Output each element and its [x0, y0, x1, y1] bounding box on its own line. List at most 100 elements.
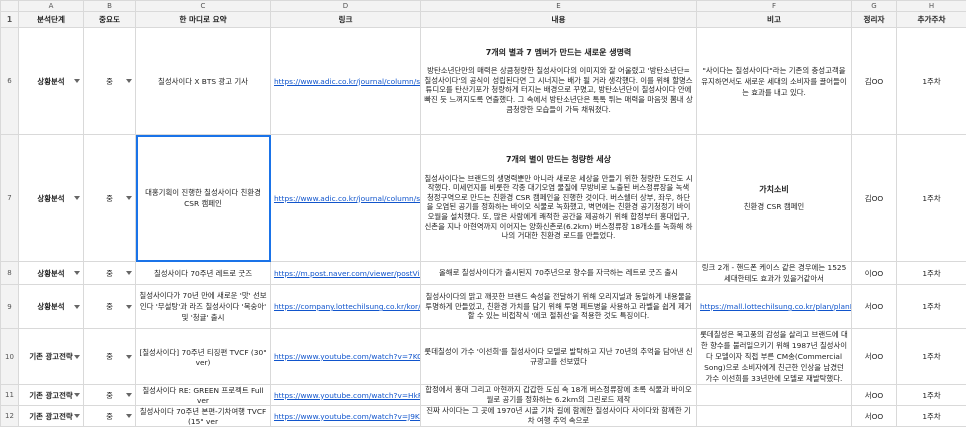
stage-dropdown-cell[interactable]: 기존 광고전략 [19, 406, 84, 427]
summary-cell[interactable]: 칠성사이다가 70년 만에 새로운 '맛' 선보인다 '무설탕'과 라즈 칠성사… [136, 285, 271, 329]
stage-dropdown-cell[interactable]: 상황분석 [19, 28, 84, 135]
dropdown-arrow-icon[interactable] [126, 305, 132, 309]
row-number[interactable]: 10 [1, 329, 19, 385]
row-number[interactable]: 12 [1, 406, 19, 427]
column-header-a[interactable]: A [19, 1, 84, 12]
header-week[interactable]: 추가주차 [897, 12, 966, 28]
stage-dropdown-cell[interactable]: 상황분석 [19, 285, 84, 329]
note-cell[interactable]: 롯데칠성은 복고풍의 감성을 살리고 브랜드에 대한 향수를 불러일으키기 위해… [697, 329, 852, 385]
header-author[interactable]: 정리자 [852, 12, 897, 28]
column-header-c[interactable]: C [136, 1, 271, 12]
header-link[interactable]: 링크 [271, 12, 421, 28]
content-cell[interactable]: 진짜 사이다는 그 곳에 1970년 시골 기차 길에 함께한 칠성사이다 사이… [421, 406, 697, 427]
importance-dropdown-cell[interactable]: 중 [84, 262, 136, 285]
importance-value: 중 [106, 391, 113, 400]
header-importance[interactable]: 중요도 [84, 12, 136, 28]
content-cell[interactable]: 롯데칠성이 가수 '이선희'를 칠성사이다 모델로 발탁하고 지난 70년의 추… [421, 329, 697, 385]
dropdown-arrow-icon[interactable] [126, 393, 132, 397]
header-summary[interactable]: 한 마디로 요약 [136, 12, 271, 28]
summary-cell[interactable]: [칠성사이다] 70주년 티징편 TVCF (30" ver) [136, 329, 271, 385]
row-number[interactable]: 7 [1, 135, 19, 262]
week-cell[interactable]: 1주차 [897, 385, 966, 406]
author-cell[interactable]: 김OO [852, 135, 897, 262]
row-number[interactable]: 8 [1, 262, 19, 285]
summary-cell[interactable]: 칠성사이다 X BTS 광고 기사 [136, 28, 271, 135]
author-cell[interactable]: 이OO [852, 262, 897, 285]
row-number[interactable]: 1 [1, 12, 19, 28]
dropdown-arrow-icon[interactable] [74, 196, 80, 200]
author-cell[interactable]: 서OO [852, 385, 897, 406]
row-number[interactable]: 9 [1, 285, 19, 329]
dropdown-arrow-icon[interactable] [74, 355, 80, 359]
importance-dropdown-cell[interactable]: 중 [84, 406, 136, 427]
author-cell[interactable]: 서OO [852, 406, 897, 427]
stage-dropdown-cell[interactable]: 상황분석 [19, 262, 84, 285]
header-note[interactable]: 비고 [697, 12, 852, 28]
column-header-h[interactable]: H [897, 1, 966, 12]
link-cell[interactable]: https://www.youtube.com/watch?v=7KOeyRS1… [271, 329, 421, 385]
row-number[interactable]: 6 [1, 28, 19, 135]
link-cell[interactable]: https://company.lottechilsung.co.kr/kor/… [271, 285, 421, 329]
column-header-b[interactable]: B [84, 1, 136, 12]
header-content[interactable]: 내용 [421, 12, 697, 28]
column-header-e[interactable]: E [421, 1, 697, 12]
content-cell[interactable]: 합정에서 홍대 그리고 아현까지 갑갑한 도심 속 18개 버스정류장에 초록 … [421, 385, 697, 406]
stage-dropdown-cell[interactable]: 상황분석 [19, 135, 84, 262]
note-link-cell[interactable]: https://mall.lottechilsung.co.kr/plan/pl… [697, 285, 852, 329]
note-cell[interactable] [697, 385, 852, 406]
column-header-g[interactable]: G [852, 1, 897, 12]
dropdown-arrow-icon[interactable] [74, 414, 80, 418]
note-cell[interactable]: 링크 2개 - 핸드폰 케이스 같은 경우에는 1525세대한테도 효과가 있을… [697, 262, 852, 285]
content-cell[interactable]: 7개의 별과 7 멤버가 만드는 새로운 생명력방탄소년단만의 매력은 상큼청량… [421, 28, 697, 135]
link-cell[interactable]: https://www.youtube.com/watch?v=J9KFqw7e… [271, 406, 421, 427]
content-text: 칠성사이다는 브랜드의 생명력뿐만 아니라 새로운 세상을 만들기 위한 청량한… [424, 174, 692, 241]
week-cell[interactable]: 1주차 [897, 28, 966, 135]
stage-dropdown-cell[interactable]: 기존 광고전략 [19, 385, 84, 406]
week-cell[interactable]: 1주차 [897, 285, 966, 329]
header-stage[interactable]: 분석단계 [19, 12, 84, 28]
author-cell[interactable]: 서OO [852, 329, 897, 385]
summary-cell[interactable]: 칠성사이다 70주년 레트로 굿즈 [136, 262, 271, 285]
dropdown-arrow-icon[interactable] [126, 414, 132, 418]
dropdown-arrow-icon[interactable] [74, 305, 80, 309]
author-cell[interactable]: 김OO [852, 28, 897, 135]
column-header-d[interactable]: D [271, 1, 421, 12]
week-cell[interactable]: 1주차 [897, 262, 966, 285]
content-cell[interactable]: 칠성사이다의 맑고 깨끗한 브랜드 속성을 전달하기 위해 오리지널과 동일하게… [421, 285, 697, 329]
dropdown-arrow-icon[interactable] [74, 393, 80, 397]
dropdown-arrow-icon[interactable] [126, 271, 132, 275]
table-row: 12 기존 광고전략 중 칠성사이다 70주년 본편-기차여행 TVCF (15… [1, 406, 966, 427]
spreadsheet-grid: A B C D E F G H 1 분석단계 중요도 한 마디로 요약 링크 내… [0, 0, 966, 427]
select-all-corner[interactable] [1, 1, 19, 12]
dropdown-arrow-icon[interactable] [126, 196, 132, 200]
summary-cell[interactable]: 칠성사이다 70주년 본편-기차여행 TVCF (15" ver [136, 406, 271, 427]
column-header-f[interactable]: F [697, 1, 852, 12]
dropdown-arrow-icon[interactable] [126, 79, 132, 83]
row-number[interactable]: 11 [1, 385, 19, 406]
importance-dropdown-cell[interactable]: 중 [84, 28, 136, 135]
importance-dropdown-cell[interactable]: 중 [84, 285, 136, 329]
importance-dropdown-cell[interactable]: 중 [84, 329, 136, 385]
week-cell[interactable]: 1주차 [897, 406, 966, 427]
content-cell[interactable]: 7개의 별이 만드는 청량한 세상칠성사이다는 브랜드의 생명력뿐만 아니라 새… [421, 135, 697, 262]
note-cell[interactable]: "사이다는 칠성사이다"라는 기존의 충성고객을 유지하면서도 새로운 세대의 … [697, 28, 852, 135]
content-title: 7개의 별이 만드는 청량한 세상 [424, 155, 693, 165]
dropdown-arrow-icon[interactable] [74, 271, 80, 275]
note-cell[interactable] [697, 406, 852, 427]
link-cell[interactable]: https://www.adic.co.kr/journal/column/sh… [271, 28, 421, 135]
dropdown-arrow-icon[interactable] [126, 355, 132, 359]
importance-dropdown-cell[interactable]: 중 [84, 385, 136, 406]
author-cell[interactable]: 서OO [852, 285, 897, 329]
summary-cell-selected[interactable]: 대홍기획이 진행한 칠성사이다 친환경 CSR 캠페인 [136, 135, 271, 262]
week-cell[interactable]: 1주차 [897, 135, 966, 262]
importance-dropdown-cell[interactable]: 중 [84, 135, 136, 262]
stage-dropdown-cell[interactable]: 기존 광고전략 [19, 329, 84, 385]
week-cell[interactable]: 1주차 [897, 329, 966, 385]
link-cell[interactable]: https://www.adic.co.kr/journal/column/sh… [271, 135, 421, 262]
dropdown-arrow-icon[interactable] [74, 79, 80, 83]
note-cell[interactable]: 가치소비친환경 CSR 캠페인 [697, 135, 852, 262]
summary-cell[interactable]: 칠성사이다 RE: GREEN 프로젝트 Full ver [136, 385, 271, 406]
link-cell[interactable]: https://www.youtube.com/watch?v=HkRKc3e0… [271, 385, 421, 406]
link-cell[interactable]: https://m.post.naver.com/viewer/postView… [271, 262, 421, 285]
content-cell[interactable]: 올해로 칠성사이다가 출시된지 70주년으로 향수를 자극하는 레트로 굿즈 출… [421, 262, 697, 285]
